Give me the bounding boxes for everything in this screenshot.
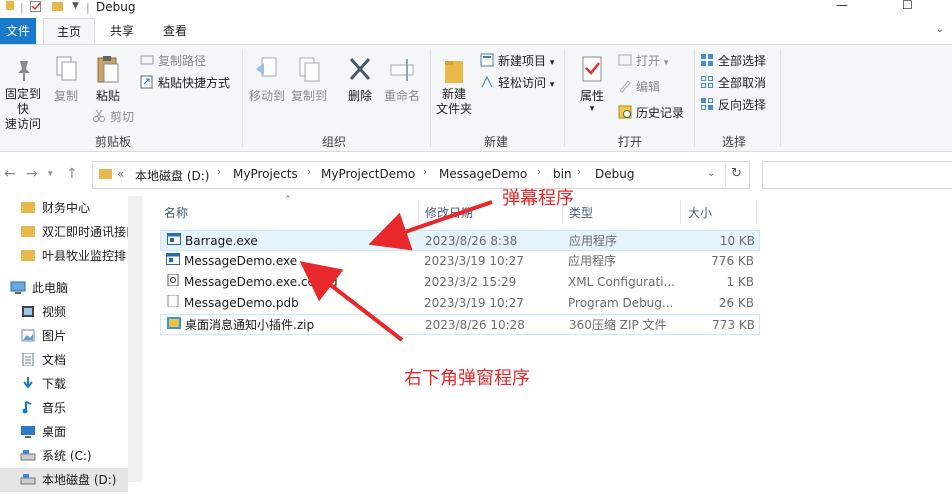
annotation-layer xyxy=(299,200,493,342)
annotation-arrow-popup xyxy=(299,261,404,342)
annotation-arrow-barrage xyxy=(368,200,493,251)
annotation-barrage: 弹幕程序 xyxy=(502,188,574,209)
annotation-popup: 右下角弹窗程序 xyxy=(404,368,530,389)
